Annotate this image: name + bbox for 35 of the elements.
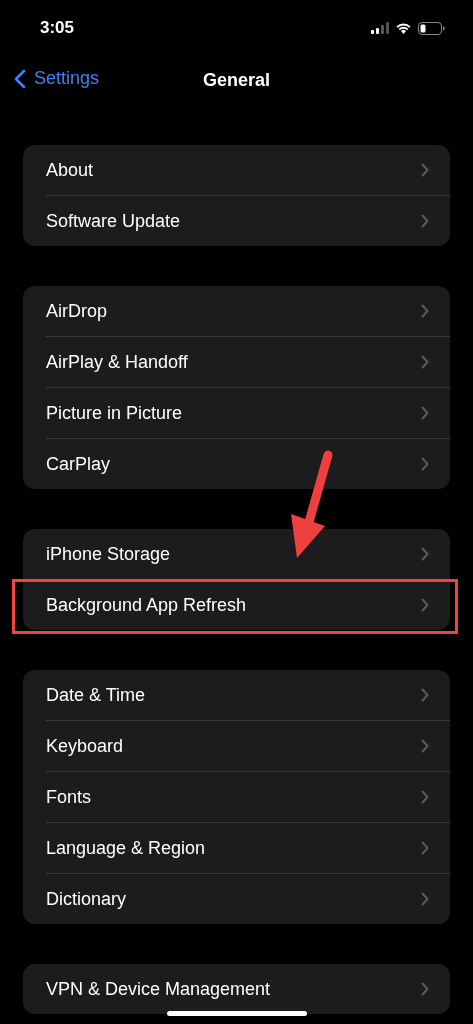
signal-icon: [371, 22, 389, 34]
chevron-icon: [421, 739, 429, 753]
settings-row[interactable]: AirPlay & Handoff: [23, 337, 450, 387]
page-title: General: [202, 69, 270, 91]
wifi-icon: [395, 22, 412, 34]
settings-row[interactable]: Dictionary: [23, 874, 450, 924]
chevron-icon: [421, 688, 429, 702]
battery-icon: [418, 21, 445, 35]
chevron-icon: [421, 547, 429, 561]
back-button[interactable]: Settings: [14, 68, 100, 89]
settings-row[interactable]: Picture in Picture: [23, 388, 450, 438]
chevron-icon: [421, 163, 429, 177]
settings-row[interactable]: iPhone Storage: [23, 529, 450, 579]
chevron-icon: [421, 406, 429, 420]
chevron-icon: [421, 355, 429, 369]
settings-row[interactable]: AirDrop: [23, 286, 450, 336]
chevron-icon: [421, 598, 429, 612]
chevron-icon: [421, 304, 429, 318]
chevron-icon: [421, 982, 429, 996]
settings-row[interactable]: CarPlay: [23, 439, 450, 489]
chevron-icon: [421, 892, 429, 906]
chevron-icon: [421, 841, 429, 855]
status-time: 3:05: [40, 18, 75, 38]
settings-row[interactable]: Software Update: [23, 196, 450, 246]
chevron-icon: [421, 790, 429, 804]
settings-row[interactable]: Fonts: [23, 772, 450, 822]
settings-row[interactable]: About: [23, 145, 450, 195]
settings-row[interactable]: Background App Refresh: [23, 580, 450, 630]
chevron-icon: [421, 457, 429, 471]
settings-row[interactable]: Keyboard: [23, 721, 450, 771]
settings-row[interactable]: Date & Time: [23, 670, 450, 720]
back-chevron-icon: [14, 68, 26, 89]
settings-row[interactable]: VPN & Device Management: [23, 964, 450, 1014]
chevron-icon: [421, 214, 429, 228]
settings-row[interactable]: Language & Region: [23, 823, 450, 873]
